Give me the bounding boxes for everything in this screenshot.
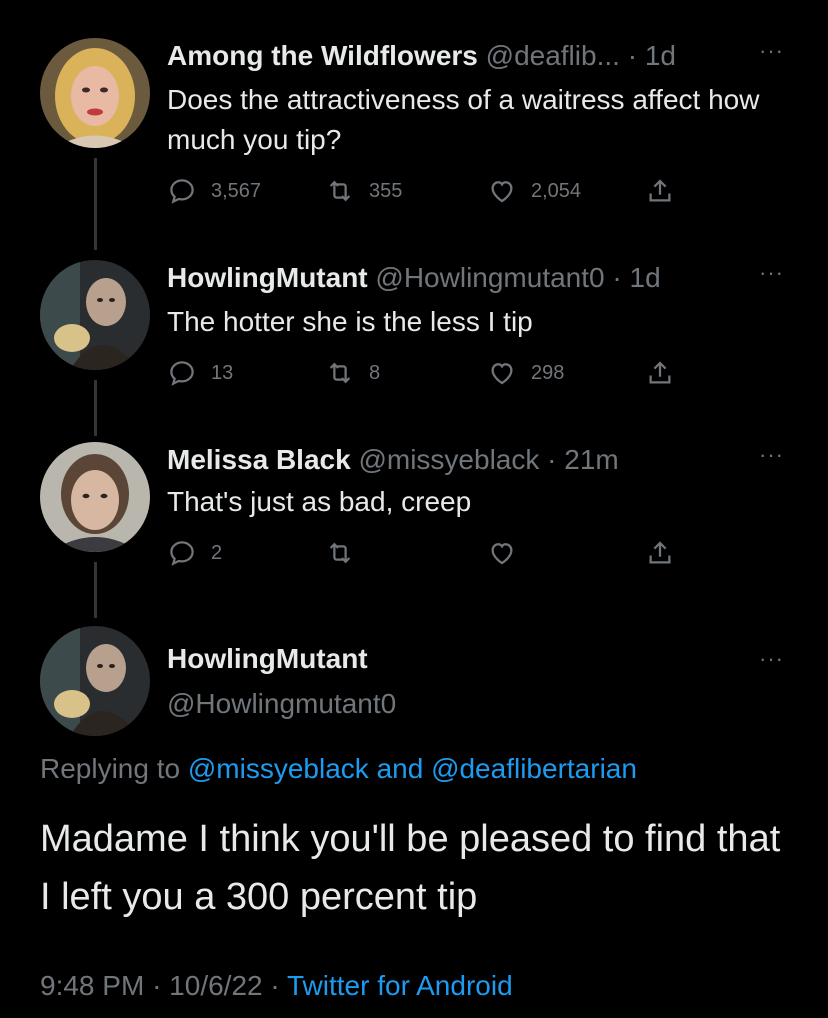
reply-count: 13	[211, 361, 234, 384]
share-icon	[649, 541, 671, 564]
avatar[interactable]	[40, 38, 150, 148]
replying-to: Replying to @missyeblack and @deaflibert…	[40, 753, 637, 785]
reply-button[interactable]: 13	[167, 358, 233, 388]
thread-line	[94, 562, 97, 618]
tweet-source[interactable]: Twitter for Android	[287, 970, 513, 1001]
tweet-text: Does the attractiveness of a waitress af…	[167, 84, 760, 155]
retweet-count: 355	[369, 179, 403, 202]
reply-button[interactable]: 2	[167, 538, 222, 568]
retweet-icon	[329, 362, 351, 384]
like-count: 298	[531, 361, 565, 384]
retweet-icon	[329, 180, 351, 202]
like-button[interactable]: 2,054	[487, 176, 581, 206]
share-button[interactable]	[645, 538, 689, 568]
share-icon	[649, 179, 671, 202]
reply-icon	[170, 361, 194, 386]
retweet-icon	[329, 542, 351, 564]
tweet-actions: 2	[167, 538, 727, 572]
more-icon[interactable]: ···	[759, 442, 784, 468]
like-button[interactable]	[487, 538, 531, 568]
separator-dot: ·	[547, 444, 557, 475]
like-icon	[491, 363, 513, 385]
author-handle[interactable]: @Howlingmutant0	[375, 262, 604, 293]
thread-line	[94, 158, 97, 250]
mention-link[interactable]: @deaflibertarian	[431, 753, 637, 784]
reply-button[interactable]: 3,567	[167, 176, 261, 206]
author-handle[interactable]: @deaflib...	[486, 40, 620, 71]
separator-dot: ·	[270, 970, 280, 1001]
tweet-text: The hotter she is the less I tip	[167, 306, 533, 337]
replying-and: and	[376, 753, 424, 784]
like-button[interactable]: 298	[487, 358, 564, 388]
share-button[interactable]	[645, 176, 689, 206]
retweet-count: 8	[369, 361, 381, 384]
separator-dot: ·	[152, 970, 162, 1001]
author-handle[interactable]: @Howlingmutant0	[167, 688, 396, 720]
reply-count: 3,567	[211, 179, 262, 202]
separator-dot: ·	[612, 262, 622, 293]
tweet-text: Madame I think you'll be pleased to find…	[40, 818, 781, 918]
more-icon[interactable]: ···	[759, 38, 784, 64]
tweet-time[interactable]: 21m	[564, 444, 618, 475]
retweet-button[interactable]: 355	[325, 176, 402, 206]
tweet-text: That's just as bad, creep	[167, 486, 472, 517]
share-icon	[649, 361, 671, 384]
avatar[interactable]	[40, 442, 150, 552]
tweet-actions: 13 8 298	[167, 358, 727, 392]
tweet-time[interactable]: 1d	[630, 262, 661, 293]
like-icon	[491, 543, 513, 565]
tweet-actions: 3,567 355 2,054	[167, 176, 727, 210]
more-icon[interactable]: ···	[759, 646, 784, 672]
tweet-time[interactable]: 9:48 PM	[40, 970, 144, 1001]
tweet-date[interactable]: 10/6/22	[169, 970, 262, 1001]
author-name[interactable]: HowlingMutant	[167, 643, 368, 675]
reply-icon	[170, 179, 194, 204]
reply-count: 2	[211, 541, 223, 564]
retweet-button[interactable]: 8	[325, 358, 380, 388]
replying-prefix: Replying to	[40, 753, 181, 784]
like-count: 2,054	[531, 179, 582, 202]
author-name[interactable]: HowlingMutant	[167, 262, 368, 293]
tweet-time[interactable]: 1d	[645, 40, 676, 71]
author-handle[interactable]: @missyeblack	[358, 444, 539, 475]
author-name[interactable]: Among the Wildflowers	[167, 40, 478, 71]
avatar[interactable]	[40, 260, 150, 370]
thread-line	[94, 380, 97, 436]
tweet-meta: 9:48 PM · 10/6/22 · Twitter for Android	[40, 970, 513, 1002]
retweet-button[interactable]	[325, 538, 369, 568]
separator-dot: ·	[627, 40, 638, 71]
avatar[interactable]	[40, 626, 150, 736]
author-name[interactable]: Melissa Black	[167, 444, 351, 475]
like-icon	[491, 181, 513, 203]
share-button[interactable]	[645, 358, 689, 388]
reply-icon	[170, 541, 194, 566]
mention-link[interactable]: @missyeblack	[188, 753, 369, 784]
more-icon[interactable]: ···	[759, 260, 784, 286]
